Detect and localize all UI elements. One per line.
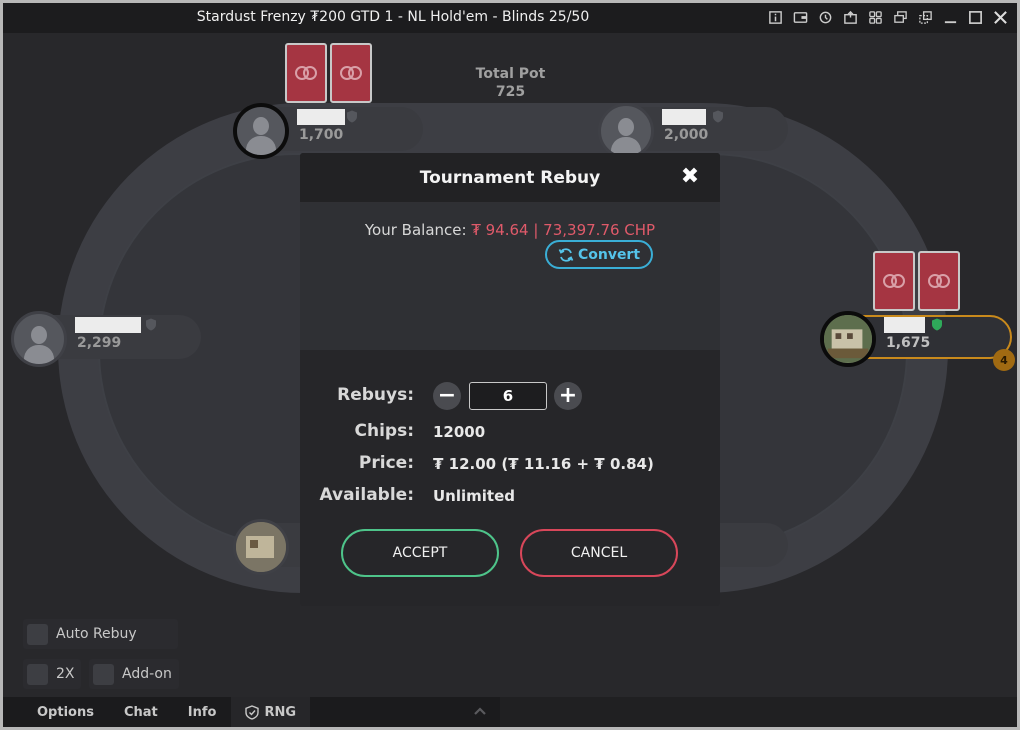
player-name-redacted [662,109,706,125]
options-tab[interactable]: Options [3,697,109,727]
card-back [285,43,327,103]
bottom-bar: Options Chat Info RNG [3,697,500,727]
decrease-rebuys-button[interactable]: − [433,382,461,410]
auto-rebuy-label: Auto Rebuy [56,626,137,642]
total-pot: Total Pot 725 [443,65,578,101]
dialog-header: Tournament Rebuy ✖ [300,153,720,203]
avatar [233,519,289,575]
avatar [598,103,654,159]
tournament-rebuy-dialog: Tournament Rebuy ✖ Your Balance: ₮ 94.64… [300,153,720,606]
player-name-redacted [884,317,925,333]
rebuys-quantity-input[interactable] [469,382,547,410]
player-seat[interactable]: 2,299 [11,311,201,367]
minimize-icon[interactable] [940,7,961,28]
balance-value: ₮ 94.64 | 73,397.76 CHP [471,221,656,239]
title-bar: Stardust Frenzy ₮200 GTD 1 - NL Hold'em … [3,3,1017,33]
tile-windows-icon[interactable] [890,7,911,28]
wallet-icon[interactable] [790,7,811,28]
player-seat[interactable]: 2,000 [598,103,788,159]
addon-option[interactable]: Add-on [89,659,179,689]
auto-rebuy-option[interactable]: Auto Rebuy [23,619,178,649]
rng-label: RNG [264,704,296,720]
info-tab[interactable]: Info [173,697,232,727]
double-label: 2X [56,666,75,682]
shield-icon [347,110,357,123]
close-icon[interactable] [990,7,1011,28]
price-value: ₮ 12.00 (₮ 11.16 + ₮ 0.84) [433,455,654,473]
available-label: Available: [319,485,414,505]
chevron-up-icon[interactable] [472,703,488,719]
dialog-title: Tournament Rebuy [419,168,601,188]
avatar [11,311,67,367]
rng-tab[interactable]: RNG [231,697,310,727]
balance-panel: Your Balance: ₮ 94.64 | 73,397.76 CHP Co… [300,203,720,350]
tables-grid-icon[interactable] [865,7,886,28]
pot-label: Total Pot [475,66,546,82]
restore-layout-icon[interactable] [915,7,936,28]
player-name-redacted [75,317,141,333]
refresh-icon [558,247,574,262]
player-stack: 2,000 [664,127,709,143]
shield-icon [932,318,942,331]
double-option[interactable]: 2X [23,659,81,689]
avatar [820,311,876,367]
chips-label: Chips: [354,421,415,441]
rebuys-label: Rebuys: [337,385,414,405]
shield-icon [245,704,260,720]
seat-number-badge: 4 [993,349,1015,371]
player-name-redacted [297,109,345,125]
convert-label: Convert [577,246,641,263]
poker-table-window: Stardust Frenzy ₮200 GTD 1 - NL Hold'em … [3,3,1017,727]
accept-button[interactable]: ACCEPT [341,529,499,577]
card-back [873,251,915,311]
pot-value: 725 [495,84,526,100]
avatar [233,103,289,159]
info-icon[interactable] [765,7,786,28]
card-back [918,251,960,311]
cancel-button[interactable]: CANCEL [520,529,678,577]
hero-seat[interactable]: 1,675 [820,311,1012,367]
player-stack: 1,675 [886,335,931,351]
increase-rebuys-button[interactable]: + [554,382,582,410]
window-title: Stardust Frenzy ₮200 GTD 1 - NL Hold'em … [196,9,590,25]
chat-tab[interactable]: Chat [109,697,173,727]
lobby-icon[interactable] [840,7,861,28]
history-icon[interactable] [815,7,836,28]
addon-label: Add-on [122,666,172,682]
player-seat[interactable]: 1,700 [233,103,423,159]
shield-icon [713,110,723,123]
addon-checkbox[interactable] [93,663,114,685]
convert-button[interactable]: Convert [545,240,653,269]
title-bar-controls [765,7,1011,28]
close-icon[interactable]: ✖ [680,166,700,188]
maximize-icon[interactable] [965,7,986,28]
balance-label: Your Balance: [364,221,467,239]
chips-value: 12000 [433,423,486,441]
auto-rebuy-checkbox[interactable] [27,623,48,645]
balance-line: Your Balance: ₮ 94.64 | 73,397.76 CHP [300,221,720,239]
player-stack: 2,299 [77,335,122,351]
shield-icon [146,318,156,331]
price-label: Price: [358,453,414,473]
double-checkbox[interactable] [27,663,48,685]
card-back [330,43,372,103]
player-stack: 1,700 [299,127,344,143]
available-value: Unlimited [433,487,515,505]
